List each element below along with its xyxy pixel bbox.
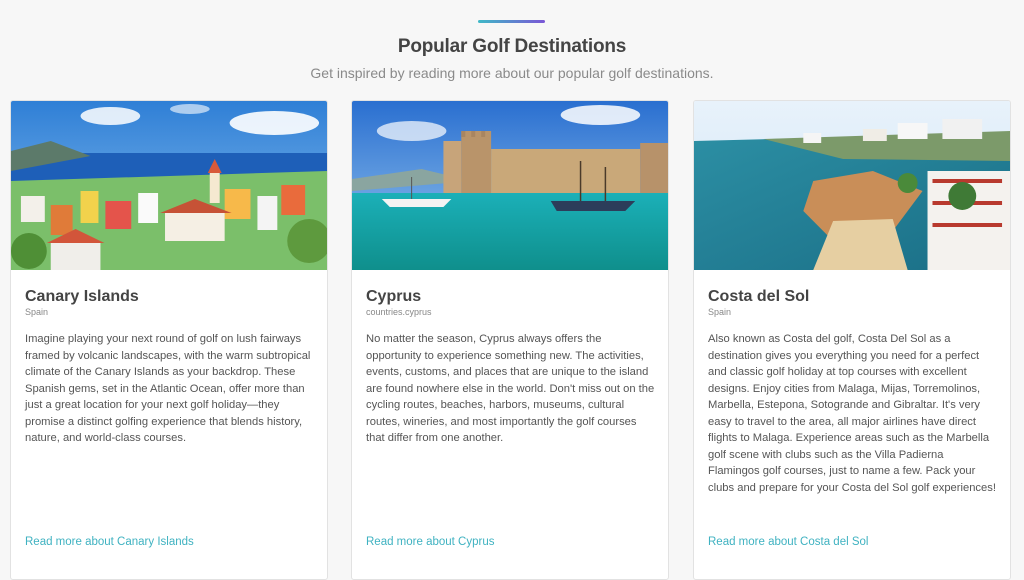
destination-card-cyprus: Cyprus countries.cyprus No matter the se… bbox=[351, 100, 669, 580]
destination-card-canary-islands: Canary Islands Spain Imagine playing you… bbox=[10, 100, 328, 580]
section-title: Popular Golf Destinations bbox=[397, 36, 627, 57]
card-title: Canary Islands bbox=[25, 288, 139, 305]
card-title: Cyprus bbox=[366, 288, 422, 305]
read-more-canary-islands-link[interactable]: Read more about Canary Islands bbox=[25, 536, 194, 548]
costa-del-sol-photo bbox=[694, 101, 1010, 270]
card-description: No matter the season, Cyprus always offe… bbox=[366, 333, 655, 444]
card-title: Costa del Sol bbox=[708, 288, 810, 305]
card-description: Imagine playing your next round of golf … bbox=[25, 333, 311, 444]
card-country: Spain bbox=[25, 307, 49, 317]
cyprus-photo bbox=[352, 101, 668, 270]
read-more-costa-del-sol-link[interactable]: Read more about Costa del Sol bbox=[708, 536, 868, 548]
destination-card-costa-del-sol: Costa del Sol Spain Also known as Costa … bbox=[693, 100, 1011, 580]
canary-islands-photo bbox=[11, 101, 327, 270]
section-subtitle: Get inspired by reading more about our p… bbox=[310, 65, 714, 81]
card-country: countries.cyprus bbox=[366, 307, 432, 317]
title-accent-bar bbox=[478, 20, 545, 23]
read-more-cyprus-link[interactable]: Read more about Cyprus bbox=[366, 536, 494, 548]
card-country: Spain bbox=[708, 307, 732, 317]
card-description: Also known as Costa del golf, Costa Del … bbox=[708, 333, 996, 494]
